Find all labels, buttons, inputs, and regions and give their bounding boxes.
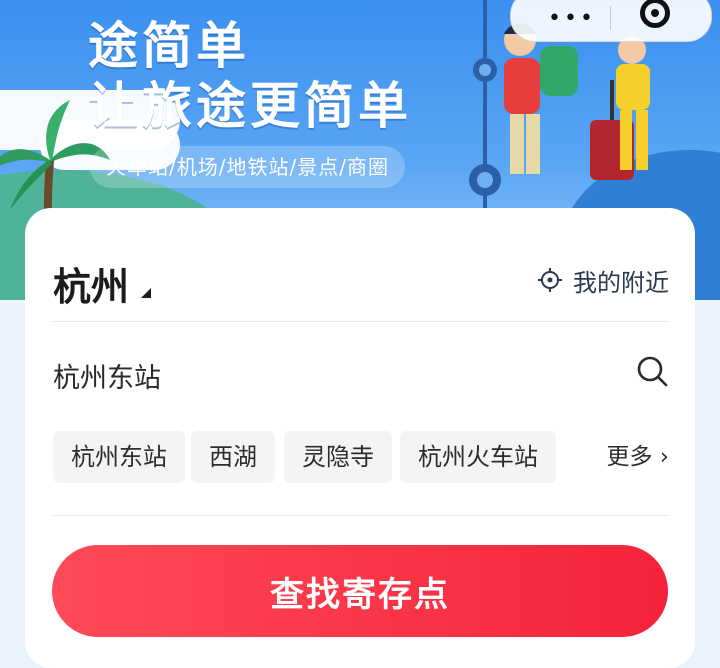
more-dots-icon[interactable]: ••• [548, 6, 596, 31]
location-row: 杭州 我的附近 [53, 254, 669, 309]
tag-chip[interactable]: 灵隐寺 [284, 431, 392, 483]
quick-tags: 杭州东站 西湖 灵隐寺 杭州火车站 更多 › [53, 431, 669, 483]
chevron-right-icon: › [652, 444, 669, 470]
locate-crosshair-icon [538, 268, 562, 292]
tag-chip[interactable]: 西湖 [191, 431, 275, 483]
divider [53, 515, 669, 516]
city-dropdown-caret-icon[interactable] [141, 288, 151, 298]
search-card: 杭州 我的附近 杭州东站 杭州东站 西湖 灵隐寺 杭州火车站 更多 › 查找寄存… [25, 208, 695, 668]
divider [53, 321, 669, 322]
city-selector[interactable]: 杭州 [53, 256, 129, 311]
my-nearby-button[interactable]: 我的附近 [537, 264, 669, 297]
capsule-divider [610, 6, 611, 30]
banner-categories-pill: 火车站/机场/地铁站/景点/商圈 [90, 146, 405, 188]
tag-chip[interactable]: 杭州东站 [53, 431, 185, 483]
search-icon[interactable] [635, 354, 669, 388]
search-field[interactable]: 杭州东站 [53, 344, 669, 400]
more-tags-label: 更多 [606, 444, 653, 470]
my-nearby-label: 我的附近 [573, 268, 669, 297]
tag-chip[interactable]: 杭州火车站 [400, 431, 556, 483]
miniprogram-capsule [510, 0, 712, 42]
banner-headline-line2: 让旅途更简单 [88, 77, 412, 135]
search-input-value[interactable]: 杭州东站 [53, 356, 161, 395]
find-storage-button[interactable]: 查找寄存点 [52, 545, 668, 637]
more-tags-button[interactable]: 更多 › [606, 431, 669, 483]
